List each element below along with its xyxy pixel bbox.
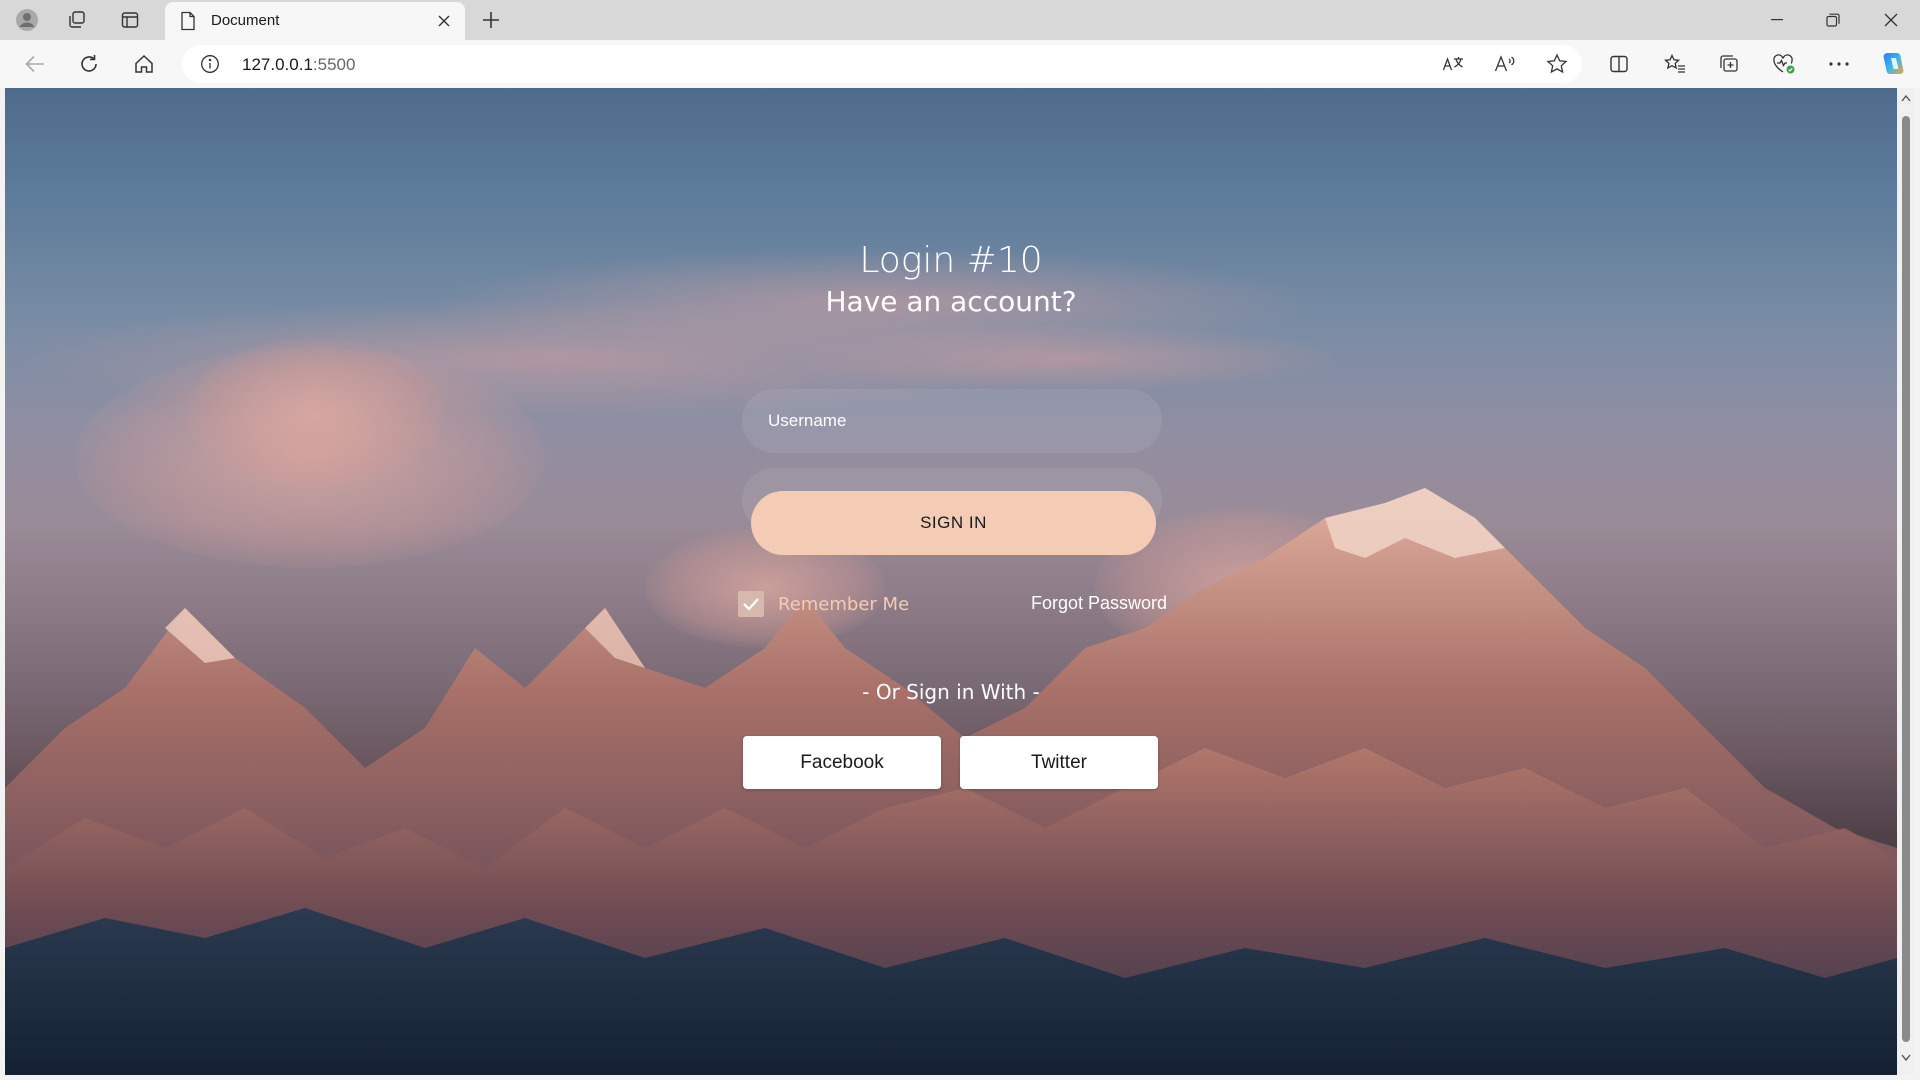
close-window-icon[interactable] — [1868, 6, 1914, 34]
sign-in-button[interactable]: SIGN IN — [751, 491, 1156, 555]
home-icon[interactable] — [126, 48, 162, 80]
login-form: Login #10 Have an account? SIGN IN Remem… — [5, 88, 1897, 1075]
username-field[interactable] — [742, 389, 1162, 453]
split-screen-icon[interactable] — [1601, 48, 1637, 80]
profile-icon[interactable] — [12, 6, 42, 34]
scrollbar[interactable] — [1897, 88, 1915, 1075]
page-icon — [179, 11, 197, 36]
translate-icon[interactable] — [1440, 52, 1466, 76]
workspaces-icon[interactable] — [62, 6, 92, 34]
page-viewport: Login #10 Have an account? SIGN IN Remem… — [5, 88, 1897, 1075]
forgot-password-link[interactable]: Forgot Password — [1031, 593, 1167, 614]
tab-bar: Document — [0, 0, 1920, 40]
login-subtitle: Have an account? — [825, 285, 1077, 318]
remember-checkbox[interactable] — [738, 591, 764, 617]
refresh-icon[interactable] — [71, 48, 107, 80]
login-title: Login #10 — [859, 240, 1043, 281]
vertical-tabs-icon[interactable] — [115, 6, 145, 34]
or-sign-in-label: - Or Sign in With - — [862, 680, 1040, 704]
site-info-icon[interactable] — [200, 54, 220, 79]
new-tab-icon[interactable] — [476, 6, 506, 34]
minimize-icon[interactable] — [1754, 6, 1800, 34]
remember-label: Remember Me — [778, 593, 910, 615]
browser-essentials-icon[interactable] — [1766, 48, 1802, 80]
collections-icon[interactable] — [1711, 48, 1747, 80]
address-bar[interactable]: 127.0.0.1:5500 — [182, 45, 1582, 83]
read-aloud-icon[interactable] — [1492, 52, 1518, 76]
favorites-icon[interactable] — [1657, 48, 1693, 80]
scrollbar-thumb[interactable] — [1902, 116, 1910, 1042]
twitter-button[interactable]: Twitter — [960, 736, 1158, 789]
browser-toolbar: 127.0.0.1:5500 — [0, 40, 1920, 88]
copilot-icon[interactable] — [1875, 48, 1911, 80]
scroll-up-icon[interactable] — [1901, 94, 1911, 102]
more-options-icon[interactable] — [1821, 48, 1857, 80]
remember-me[interactable]: Remember Me — [738, 591, 909, 617]
tab-title: Document — [211, 12, 280, 29]
checkmark-icon — [743, 598, 759, 611]
restore-icon[interactable] — [1810, 6, 1856, 34]
tab-document[interactable]: Document — [165, 2, 465, 40]
close-tab-icon[interactable] — [433, 10, 455, 32]
favorite-star-icon[interactable] — [1544, 52, 1570, 76]
scroll-down-icon[interactable] — [1901, 1054, 1911, 1062]
url-text[interactable]: 127.0.0.1:5500 — [242, 55, 355, 75]
url-host: 127.0.0.1 — [242, 55, 313, 74]
back-icon[interactable] — [17, 48, 53, 80]
url-port: :5500 — [312, 55, 356, 74]
facebook-button[interactable]: Facebook — [743, 736, 941, 789]
